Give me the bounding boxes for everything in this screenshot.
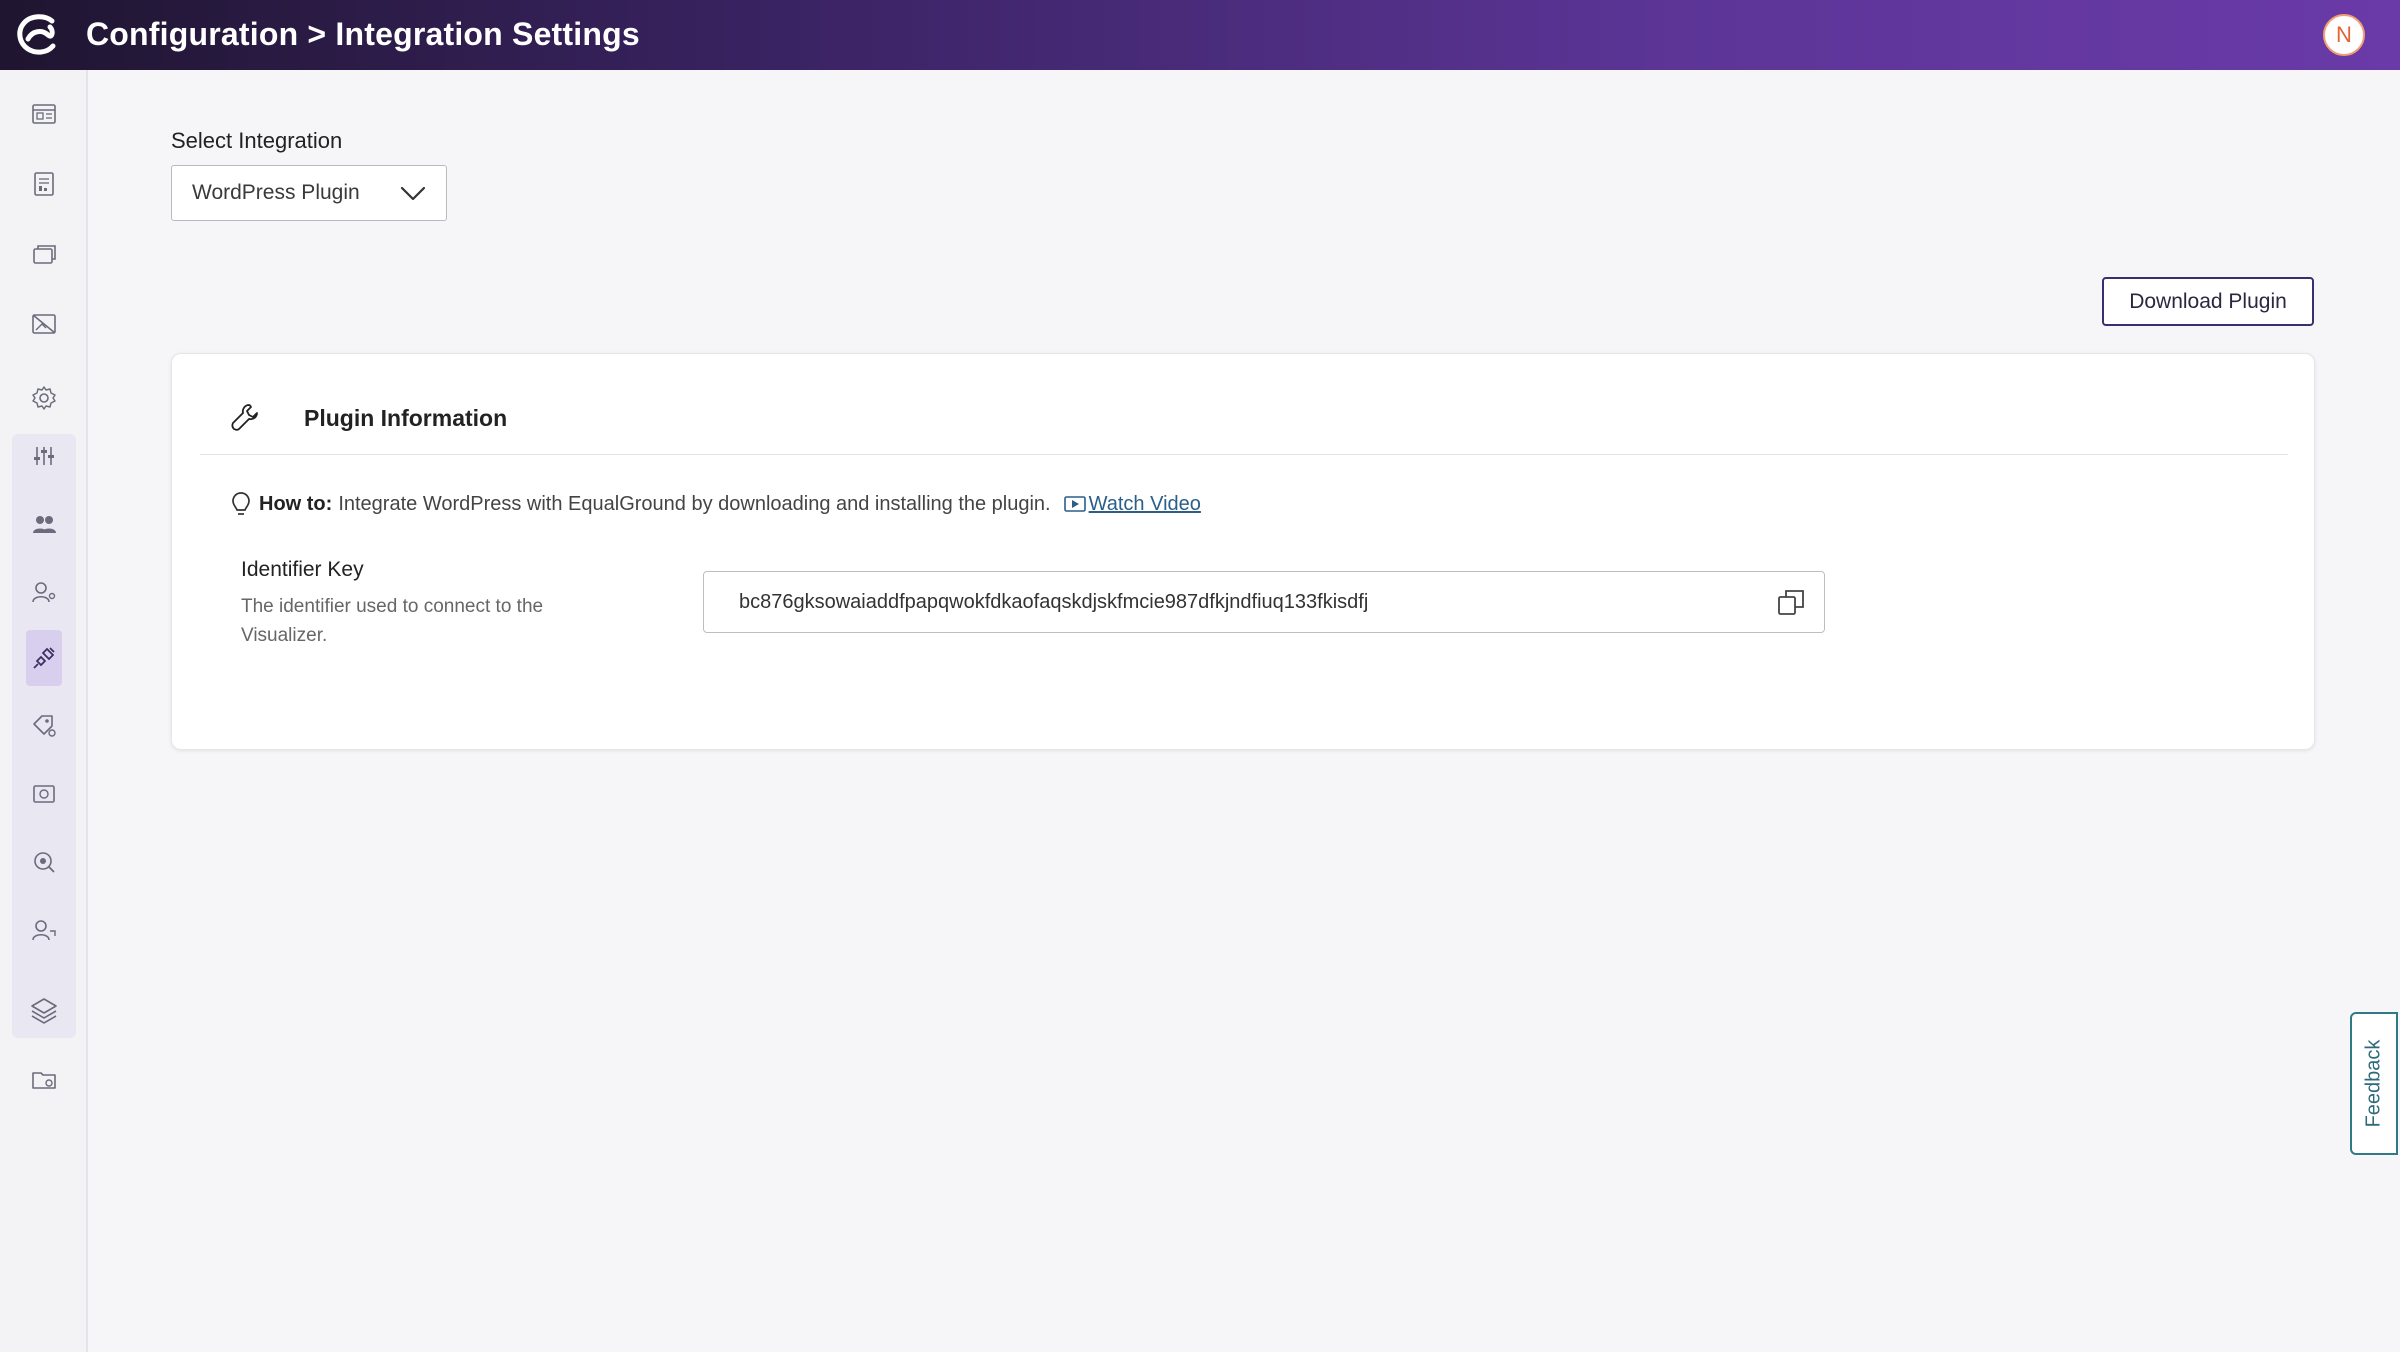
page-title: Configuration > Integration Settings	[86, 16, 640, 52]
sidebar-item-settings[interactable]	[24, 378, 64, 418]
download-plugin-button[interactable]: Download Plugin	[2102, 277, 2314, 326]
feedback-tab[interactable]: Feedback	[2350, 1012, 2398, 1155]
sidebar-item-reports[interactable]	[24, 164, 64, 204]
tag-icon	[33, 715, 56, 737]
avatar[interactable]: N	[2323, 14, 2365, 56]
sliders-icon	[34, 447, 54, 465]
logo[interactable]	[14, 13, 64, 57]
sidebar-item-files[interactable]	[24, 1060, 64, 1100]
wrench-icon	[231, 404, 258, 431]
sidebar-item-user-access[interactable]	[24, 910, 64, 950]
integration-select-value: WordPress Plugin	[192, 181, 360, 204]
users-icon	[33, 516, 56, 533]
plug-icon	[33, 647, 55, 669]
card-header: Plugin Information	[200, 354, 2288, 455]
identifier-key-title: Identifier Key	[241, 558, 364, 581]
sidebar-item-tags[interactable]	[24, 706, 64, 746]
howto-line: How to: Integrate WordPress with EqualGr…	[229, 490, 1201, 518]
sidebar-item-adjustments[interactable]	[24, 436, 64, 476]
watch-video-label: Watch Video	[1088, 492, 1201, 515]
select-integration-label: Select Integration	[171, 128, 343, 153]
user-settings-icon	[32, 582, 56, 603]
video-icon	[1063, 496, 1086, 512]
folder-gear-icon	[32, 1072, 56, 1089]
sidebar-item-media[interactable]	[24, 304, 64, 344]
image-off-icon	[32, 314, 56, 334]
plugin-information-card: Plugin Information How to: Integrate Wor…	[171, 353, 2315, 750]
sidebar-item-users[interactable]	[24, 504, 64, 544]
howto-text: Integrate WordPress with EqualGround by …	[338, 492, 1051, 515]
lightbulb-icon	[232, 492, 250, 515]
windows-icon	[33, 245, 56, 264]
top-bar: Configuration > Integration Settings N	[0, 0, 2400, 70]
identifier-key-value: bc876gksowaiaddfpapqwokfdkaofaqskdjskfmc…	[739, 590, 1369, 613]
layers-icon	[31, 998, 57, 1024]
sidebar-item-windows[interactable]	[24, 234, 64, 274]
sidebar-item-user-settings[interactable]	[24, 572, 64, 612]
card-title: Plugin Information	[304, 405, 508, 431]
identifier-key-field[interactable]: bc876gksowaiaddfpapqwokfdkaofaqskdjskfmc…	[703, 571, 1825, 633]
gear-icon	[32, 386, 56, 410]
identifier-key-description: The identifier used to connect to the Vi…	[241, 596, 544, 646]
chevron-down-icon	[400, 186, 426, 201]
dashboard-icon	[32, 104, 56, 124]
howto-prefix: How to:	[259, 492, 333, 515]
copy-icon[interactable]	[1776, 587, 1806, 617]
sidebar	[0, 70, 88, 1352]
integration-select[interactable]: WordPress Plugin	[171, 165, 447, 221]
sidebar-item-layers[interactable]	[24, 990, 64, 1030]
sidebar-item-search[interactable]	[24, 842, 64, 882]
watch-video-link[interactable]: Watch Video	[1063, 493, 1201, 516]
search-circle-icon	[34, 852, 55, 873]
sidebar-item-integrations[interactable]	[26, 630, 62, 686]
sidebar-item-photos[interactable]	[24, 774, 64, 814]
photo-frame-icon	[33, 785, 55, 803]
report-icon	[34, 172, 54, 196]
user-key-icon	[32, 920, 56, 941]
logo-icon	[17, 14, 56, 55]
feedback-label: Feedback	[2362, 1039, 2385, 1128]
sidebar-item-dashboard[interactable]	[24, 94, 64, 134]
